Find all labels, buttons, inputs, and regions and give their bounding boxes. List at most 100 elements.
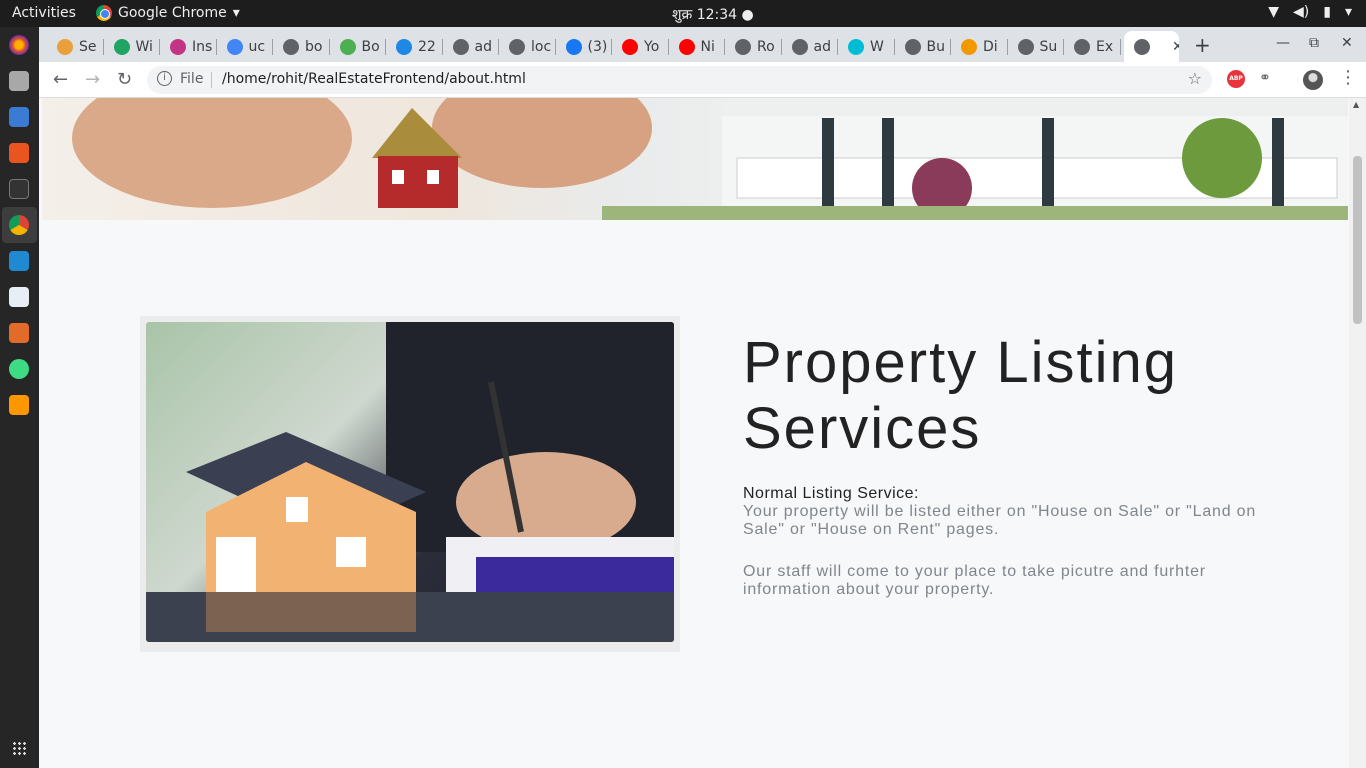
tab-label: Ni [700,38,715,55]
software-center-icon[interactable] [9,143,29,163]
scrollbar-thumb[interactable] [1353,156,1362,324]
vscode-icon[interactable] [9,251,29,271]
browser-tab[interactable]: ad [443,31,499,62]
tab-favicon-icon [226,38,243,55]
browser-tab[interactable]: ad [782,31,838,62]
tab-favicon-icon [113,38,130,55]
tab-favicon-icon [1074,38,1090,55]
browser-tab[interactable]: Su [1008,31,1064,62]
tab-label: Ex [1096,38,1114,55]
tab-label: Di [983,38,998,55]
tab-favicon-icon [565,38,582,55]
browser-tab[interactable]: Se [47,31,104,62]
back-button[interactable]: ← [53,69,68,90]
clock-text: शुक्र 12:34 [672,7,738,23]
tab-favicon-icon [735,38,751,55]
tab-label: bo [305,38,323,55]
tab-label: ad [474,38,492,55]
browser-tab[interactable]: Bo [330,31,386,62]
wifi-icon: ▼ [1268,4,1280,20]
page-scrollbar[interactable]: ▲ [1349,98,1366,768]
avatar[interactable] [1303,70,1323,90]
system-tray[interactable]: ▼ ◀) ▮ ▾ [1268,4,1352,20]
browser-tab[interactable]: Yo [612,31,669,62]
tab-label: Se [79,38,97,55]
tab-label: Wi [135,38,153,55]
tab-favicon-icon [452,38,469,55]
volume-icon: ◀) [1293,4,1310,20]
page-viewport: Property Listing Services Normal Listing… [39,98,1366,768]
app-menu[interactable]: Google Chrome ▾ [96,5,240,21]
browser-tab[interactable]: bo [273,31,330,62]
restore-button[interactable]: ⧉ [1309,35,1319,51]
info-icon[interactable]: i [157,71,172,86]
browser-tab[interactable]: 22 [386,31,443,62]
app-menu-label: Google Chrome [118,5,227,21]
tab-label: ad [813,38,831,55]
tab-label: Su [1039,38,1058,55]
show-applications-icon[interactable] [12,741,26,755]
browser-tab[interactable]: Wi [104,31,160,62]
browser-tab[interactable]: W [838,31,895,62]
tab-label: (3) [587,38,608,55]
battery-icon: ▮ [1323,4,1331,20]
browser-tab[interactable]: loc [499,31,556,62]
browser-tab[interactable]: Ex [1064,31,1121,62]
browser-tab[interactable]: Bu [895,31,951,62]
chrome-icon[interactable] [9,215,29,235]
tab-active[interactable]: ✕ [1124,31,1179,62]
tab-label: Bu [926,38,945,55]
terminal-icon[interactable] [9,179,29,199]
page-title: Property Listing Services [743,330,1178,461]
browser-tab[interactable]: uc [217,31,273,62]
adblock-extension-icon[interactable]: ABP [1227,70,1245,88]
house-signing-photo [146,322,674,642]
minimize-button[interactable]: — [1276,35,1290,51]
text-editor-icon[interactable] [9,287,29,307]
tab-label: uc [248,38,266,55]
close-tab-icon[interactable]: ✕ [1172,39,1179,55]
activities-button[interactable]: Activities [12,5,76,21]
tab-label: Ins [192,38,213,55]
reload-button[interactable]: ↻ [117,69,132,90]
docs-icon[interactable] [9,107,29,127]
tab-favicon-icon [396,38,412,55]
service-subheading: Normal Listing Service: [743,485,919,502]
new-tab-button[interactable]: + [1194,33,1211,57]
browser-tab[interactable]: (3) [556,31,612,62]
extension-icon[interactable]: ⚭ [1259,70,1271,86]
bookmark-star-icon[interactable]: ☆ [1188,69,1202,88]
dock [0,27,39,768]
tab-separator [1119,39,1121,55]
browser-tab[interactable]: Ro [725,31,782,62]
scroll-up-icon[interactable]: ▲ [1353,100,1359,109]
chevron-down-icon: ▾ [232,5,240,21]
browser-tab[interactable]: Di [951,31,1008,62]
tab-favicon-icon [283,38,299,55]
system-top-bar: Activities Google Chrome ▾ शुक्र 12:34 ●… [0,0,1366,27]
tab-label: loc [531,38,552,55]
forward-button[interactable]: → [85,69,100,90]
tab-favicon-icon [57,38,73,55]
sublime-icon[interactable] [9,395,29,415]
files-icon[interactable] [9,71,29,91]
browser-toolbar: ← → ↻ i File /home/rohit/RealEstateFront… [39,62,1366,98]
clock[interactable]: शुक्र 12:34 ● [672,5,754,24]
firefox-icon[interactable] [9,35,29,55]
menu-kebab-icon[interactable]: ⋮ [1339,67,1357,88]
service-image-card [140,316,680,652]
notification-dot-icon: ● [741,7,754,23]
tab-label: W [870,38,884,55]
address-bar[interactable]: i File /home/rohit/RealEstateFrontend/ab… [147,66,1212,94]
address-url[interactable]: /home/rohit/RealEstateFrontend/about.htm… [222,71,526,87]
close-window-button[interactable]: ✕ [1341,35,1353,51]
banner-image [42,98,1348,220]
browser-tab[interactable]: Ins [160,31,217,62]
android-studio-icon[interactable] [9,359,29,379]
service-description: Your property will be listed either on "… [743,503,1257,538]
service-note: Our staff will come to your place to tak… [743,563,1206,598]
document-viewer-icon[interactable] [9,323,29,343]
browser-tab[interactable]: Ni [669,31,725,62]
tab-favicon-icon [961,38,977,55]
tab-favicon-icon [1017,38,1034,55]
